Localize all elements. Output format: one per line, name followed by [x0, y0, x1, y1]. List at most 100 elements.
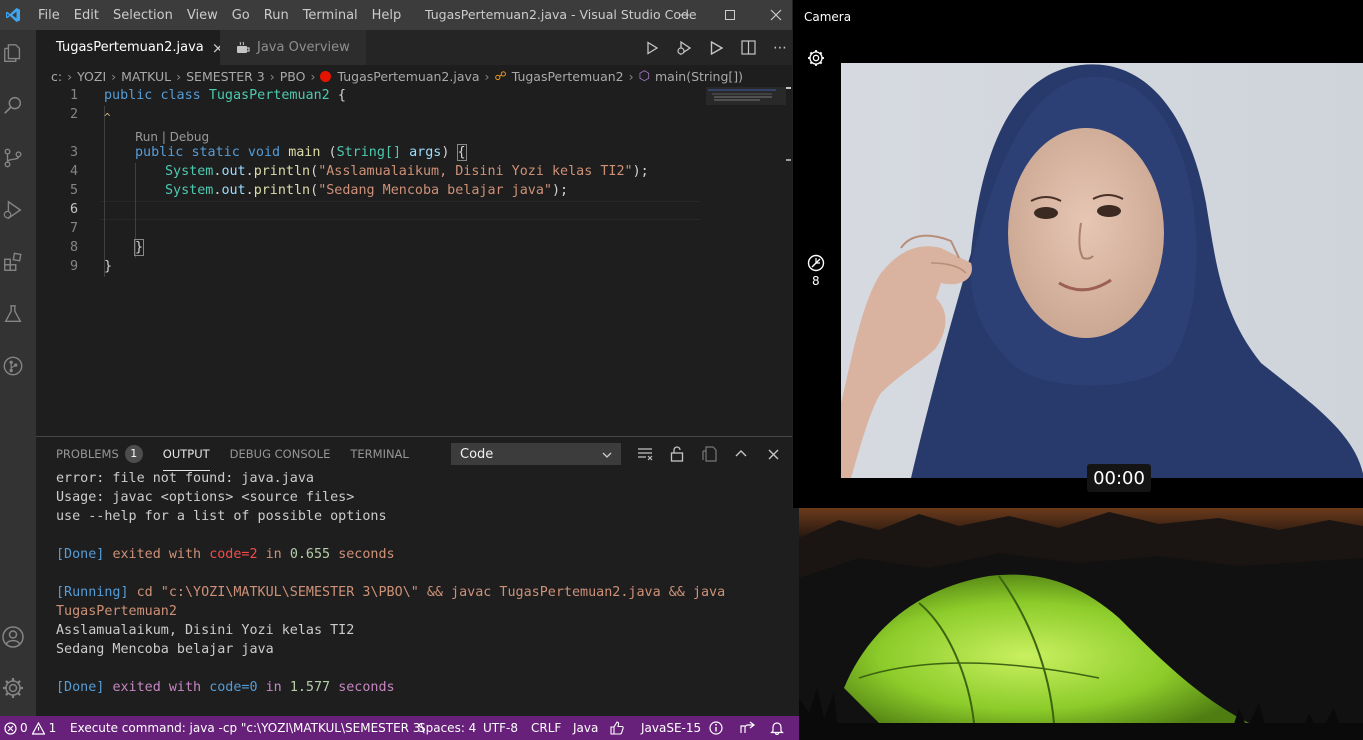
menu-help[interactable]: Help	[365, 8, 409, 23]
indentation-status[interactable]: Spaces: 4	[418, 716, 476, 740]
webcam-person-image	[841, 63, 1363, 478]
brace-match: }	[133, 239, 145, 256]
git-graph-icon[interactable]	[0, 352, 26, 380]
error-icon	[4, 721, 17, 735]
maximize-button[interactable]	[707, 0, 753, 30]
problems-status[interactable]: 0 1	[4, 716, 56, 740]
extensions-icon[interactable]	[0, 248, 26, 276]
desktop-wallpaper	[799, 508, 1363, 740]
line-number: 5	[69, 183, 78, 198]
search-icon[interactable]	[0, 91, 26, 119]
indent-guide	[104, 106, 105, 277]
lock-scroll-button[interactable]	[667, 444, 687, 464]
debug-java-button[interactable]	[668, 40, 700, 56]
debug-icon	[677, 40, 692, 55]
code-line-3: public static void main (String[] args) …	[135, 144, 467, 161]
java-runtime-status[interactable]: JavaSE-15	[641, 716, 701, 740]
tab-problems[interactable]: PROBLEMS 1	[56, 437, 143, 471]
breadcrumb-drive[interactable]: c:	[51, 69, 62, 84]
tab-label: Java Overview	[257, 40, 350, 55]
tab-terminal[interactable]: TERMINAL	[350, 437, 408, 471]
editor-actions: ⋯	[636, 30, 796, 65]
run-debug-icon[interactable]	[0, 196, 26, 224]
code-line-1: public class TugasPertemuan2 {	[104, 88, 346, 103]
notifications-bell-icon[interactable]	[770, 716, 784, 740]
thumbs-up-icon[interactable]	[610, 716, 624, 740]
menu-view[interactable]: View	[180, 8, 225, 23]
encoding-status[interactable]: UTF-8	[483, 716, 518, 740]
line-number: 8	[69, 240, 78, 255]
recording-timer: 00:00	[1087, 464, 1151, 492]
close-panel-button[interactable]	[763, 444, 783, 464]
language-mode-status[interactable]: Java	[573, 716, 598, 740]
warning-icon	[31, 721, 45, 735]
source-control-icon[interactable]	[0, 144, 26, 172]
tab-label: OUTPUT	[162, 446, 210, 461]
info-icon[interactable]	[709, 716, 723, 740]
current-line-highlight	[100, 201, 700, 220]
chevron-right-icon: ›	[628, 68, 634, 84]
menu-file[interactable]: File	[31, 8, 67, 23]
output-line: TugasPertemuan2	[56, 604, 177, 619]
line-number: 6	[69, 202, 78, 217]
minimize-button[interactable]	[661, 0, 707, 30]
code-line-9: }	[104, 259, 112, 274]
menu-go[interactable]: Go	[225, 8, 257, 23]
method-name: main	[288, 145, 321, 160]
minimap[interactable]	[706, 87, 786, 117]
breadcrumb-pbo[interactable]: PBO	[280, 69, 306, 84]
open-file-icon	[702, 446, 717, 462]
line-number: 9	[69, 259, 78, 274]
run-icon	[710, 40, 723, 55]
tab-java-overview[interactable]: Java Overview	[220, 30, 366, 65]
tent-wallpaper-image	[799, 508, 1363, 740]
breadcrumb-class[interactable]: TugasPertemuan2	[512, 69, 624, 84]
codelens-run-debug[interactable]: Run | Debug	[135, 130, 209, 144]
tab-tugaspertemuan2[interactable]: TugasPertemuan2.java ×	[36, 30, 224, 65]
explorer-icon[interactable]	[0, 39, 26, 67]
code-line-5: System.out.println("Sedang Mencoba belaj…	[165, 183, 569, 198]
code-editor[interactable]: 1 2 3 4 5 6 7 8 9 public class TugasPert…	[36, 87, 789, 435]
menu-run[interactable]: Run	[257, 8, 296, 23]
split-editor-button[interactable]	[732, 40, 764, 55]
string-literal: "Asslamualaikum, Disini Yozi kelas TI2"	[318, 164, 633, 179]
settings-gear-icon[interactable]	[0, 674, 26, 702]
editor-scrollbar[interactable]	[786, 87, 791, 435]
breadcrumb-file[interactable]: TugasPertemuan2.java	[337, 69, 479, 84]
breadcrumb-matkul[interactable]: MATKUL	[121, 69, 171, 84]
eol-status[interactable]: CRLF	[531, 716, 561, 740]
run-command: cd "c:\YOZI\MATKUL\SEMESTER 3\PBO\" && j…	[136, 585, 726, 600]
menu-edit[interactable]: Edit	[67, 8, 106, 23]
output-line: Asslamualaikum, Disini Yozi kelas TI2	[56, 623, 355, 638]
status-bar: 0 1 Execute command: java -cp "c:\YOZI\M…	[0, 716, 799, 740]
brace: {	[337, 88, 346, 103]
clear-output-button[interactable]	[635, 444, 655, 464]
done-tag: [Done]	[56, 547, 105, 562]
chevron-up-icon	[735, 450, 747, 457]
execute-command-status[interactable]: Execute command: java -cp "c:\YOZI\MATKU…	[70, 716, 425, 740]
maximize-panel-button[interactable]	[731, 444, 751, 464]
open-log-button[interactable]	[700, 444, 720, 464]
selected-channel: Code	[460, 446, 494, 462]
camera-settings-gear-icon[interactable]	[806, 48, 826, 72]
tab-debug-console[interactable]: DEBUG CONSOLE	[230, 437, 331, 471]
menu-terminal[interactable]: Terminal	[296, 8, 365, 23]
line-number: 4	[69, 164, 78, 179]
breadcrumb-yozi[interactable]: YOZI	[77, 69, 106, 84]
breadcrumb-semester[interactable]: SEMESTER 3	[186, 69, 265, 84]
testing-flask-icon[interactable]	[0, 300, 26, 328]
tab-output[interactable]: OUTPUT	[162, 437, 210, 471]
photo-timer-icon[interactable]	[807, 254, 825, 276]
lightbulb-hint-icon[interactable]: ^	[104, 111, 111, 124]
java-overview-icon	[236, 41, 250, 55]
maximize-icon	[725, 10, 735, 20]
run-java-button[interactable]	[636, 40, 668, 55]
parameter: args	[409, 145, 442, 160]
breadcrumb-method[interactable]: main(String[])	[655, 69, 743, 84]
menu-selection[interactable]: Selection	[106, 8, 180, 23]
method-name: println	[253, 164, 311, 179]
accounts-icon[interactable]	[0, 623, 26, 651]
run-code-button[interactable]	[700, 40, 732, 55]
live-share-icon[interactable]	[740, 716, 755, 740]
output-channel-select[interactable]: Code	[451, 443, 621, 465]
